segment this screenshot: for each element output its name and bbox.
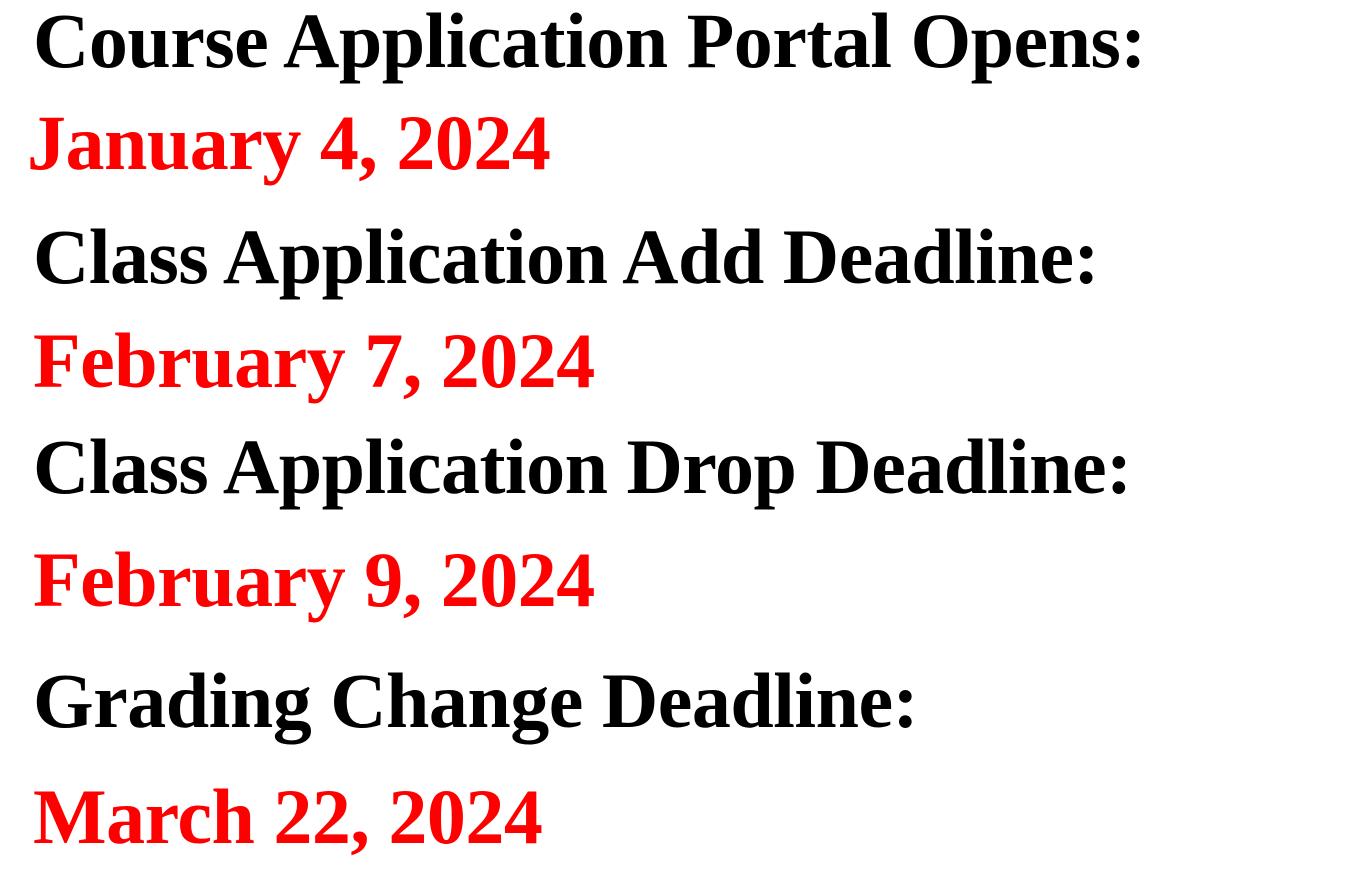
drop-deadline-label: Class Application Drop Deadline: (33, 423, 1132, 510)
deadline-schedule: Course Application Portal Opens: January… (0, 0, 1350, 876)
grading-change-deadline-date: March 22, 2024 (33, 773, 543, 860)
drop-deadline-date: February 9, 2024 (33, 536, 595, 623)
portal-opens-label: Course Application Portal Opens: (33, 0, 1146, 84)
add-deadline-date: February 7, 2024 (33, 317, 595, 404)
add-deadline-label: Class Application Add Deadline: (33, 213, 1099, 300)
grading-change-deadline-label: Grading Change Deadline: (33, 657, 919, 744)
portal-opens-date: January 4, 2024 (27, 99, 551, 186)
